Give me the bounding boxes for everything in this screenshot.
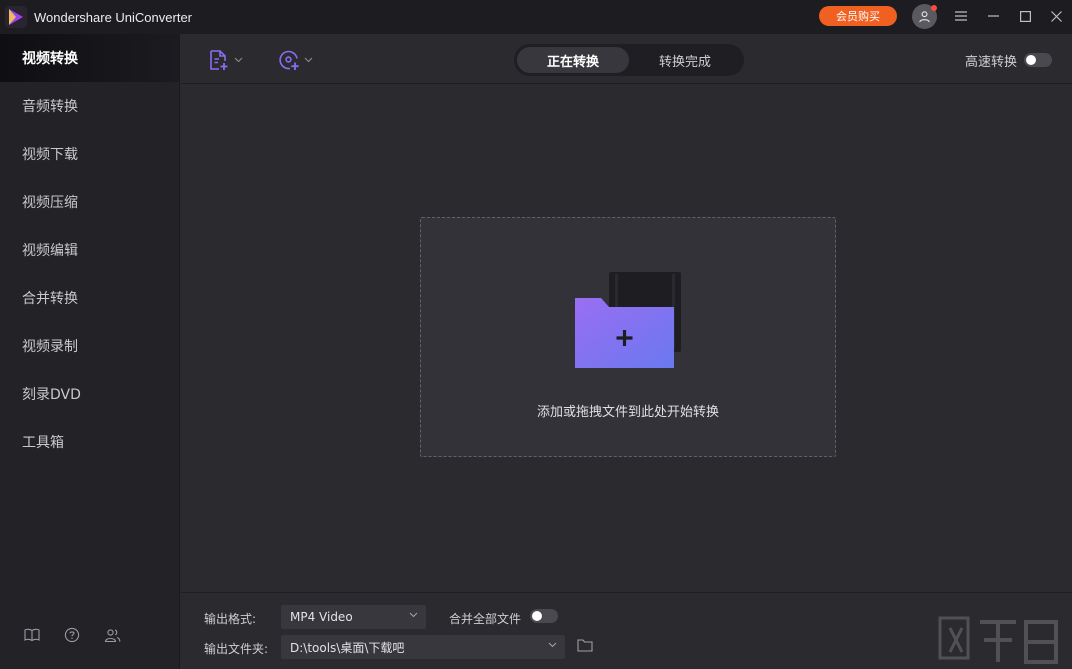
output-format-select[interactable]: MP4 Video [281,605,426,629]
convert-tabs: 正在转换 转换完成 [514,44,744,76]
sidebar-item-video-compress[interactable]: 视频压缩 [0,178,179,226]
sidebar-item-label: 工具箱 [22,435,64,451]
maximize-icon [1019,10,1031,22]
toolbar: 正在转换 转换完成 高速转换 [181,34,1072,84]
sidebar-item-burn-dvd[interactable]: 刻录DVD [0,370,179,418]
add-disc-button[interactable] [278,47,313,73]
output-folder-label: 输出文件夹: [204,642,269,656]
toggle-knob [532,611,542,621]
tab-converting[interactable]: 正在转换 [517,47,629,73]
notification-dot [931,5,937,11]
menu-button[interactable] [950,5,972,27]
add-file-button[interactable] [208,47,243,73]
buy-membership-button[interactable]: 会员购买 [819,6,897,26]
close-icon [1050,10,1062,22]
minimize-button[interactable] [982,5,1004,27]
hamburger-menu-icon [955,11,967,21]
sidebar-item-video-edit[interactable]: 视频编辑 [0,226,179,274]
sidebar-item-label: 刻录DVD [22,387,81,403]
sidebar-item-merge[interactable]: 合并转换 [0,274,179,322]
sidebar-footer [0,625,180,645]
drop-zone-hint: 添加或拖拽文件到此处开始转换 [536,405,719,420]
toggle-knob [1026,55,1036,65]
sidebar-item-video-download[interactable]: 视频下载 [0,130,179,178]
sidebar-item-label: 视频编辑 [22,243,78,259]
app-title: Wondershare UniConverter [34,9,192,25]
output-folder-value: D:\tools\桌面\下载吧 [290,640,405,655]
sidebar-item-label: 视频下载 [22,147,78,163]
maximize-button[interactable] [1014,5,1036,27]
chevron-down-icon [409,612,418,618]
avatar[interactable] [912,4,937,29]
title-bar: Wondershare UniConverter 会员购买 [0,0,1072,34]
high-speed-label: 高速转换 [965,55,1018,70]
file-drop-zone[interactable]: 添加或拖拽文件到此处开始转换 [420,217,836,457]
sidebar-item-label: 合并转换 [22,291,78,307]
close-button[interactable] [1045,5,1067,27]
add-folder-icon [575,272,681,368]
tab-finished[interactable]: 转换完成 [629,47,741,73]
high-speed-toggle[interactable] [1024,53,1052,67]
sidebar-item-label: 视频转换 [22,51,78,67]
chevron-down-icon [234,57,243,63]
folder-icon [577,639,593,652]
add-disc-icon [279,50,299,70]
output-format-label: 输出格式: [204,612,257,626]
watermark-logo [938,616,1058,664]
chevron-down-icon [304,57,313,63]
sidebar: 视频转换 音频转换 视频下载 视频压缩 视频编辑 合并转换 视频录制 刻录DVD… [0,34,180,669]
sidebar-item-label: 视频录制 [22,339,78,355]
minimize-icon [987,15,999,17]
merge-all-label: 合并全部文件 [449,612,522,626]
sidebar-item-label: 视频压缩 [22,195,78,211]
output-format-value: MP4 Video [290,610,353,624]
sidebar-item-screen-record[interactable]: 视频录制 [0,322,179,370]
chevron-down-icon [548,642,557,648]
sidebar-item-audio-convert[interactable]: 音频转换 [0,82,179,130]
sidebar-item-toolbox[interactable]: 工具箱 [0,418,179,466]
book-icon[interactable] [22,625,42,645]
output-folder-select[interactable]: D:\tools\桌面\下载吧 [281,635,565,659]
merge-all-toggle[interactable] [530,609,558,623]
help-icon[interactable] [62,625,82,645]
sidebar-item-label: 音频转换 [22,99,78,115]
user-icon [919,11,930,23]
add-file-icon [210,50,228,70]
sidebar-item-video-convert[interactable]: 视频转换 [0,34,179,82]
open-folder-button[interactable] [577,638,595,654]
users-icon[interactable] [102,625,122,645]
app-logo-icon [5,6,27,28]
